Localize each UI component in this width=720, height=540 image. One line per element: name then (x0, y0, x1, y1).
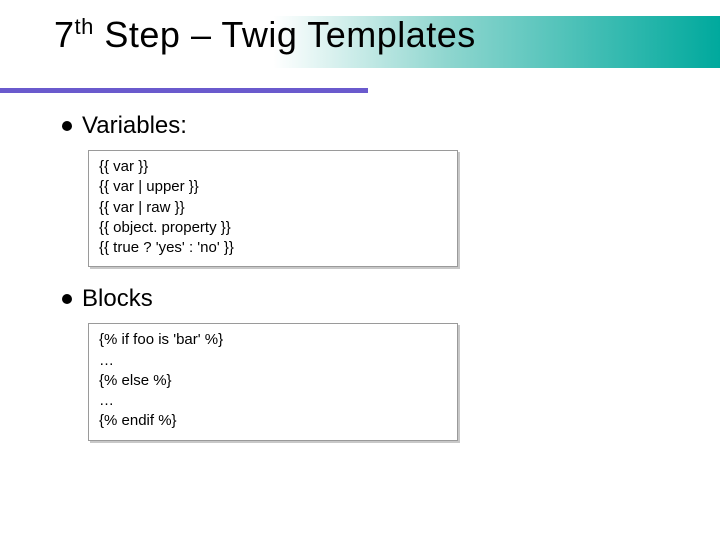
code-line: {{ var }} (99, 157, 447, 177)
code-box-blocks: {% if foo is 'bar' %} … {% else %} … {% … (88, 323, 458, 440)
code-line: … (99, 391, 447, 411)
slide: 7th Step – Twig Templates Variables: {{ … (0, 0, 720, 540)
code-line: {{ var | raw }} (99, 198, 447, 218)
code-line: {% if foo is 'bar' %} (99, 330, 447, 350)
bullet-item: Blocks (62, 285, 662, 313)
content-area: Variables: {{ var }} {{ var | upper }} {… (62, 112, 662, 441)
bullet-heading: Blocks (82, 285, 153, 313)
bullet-heading: Variables: (82, 112, 187, 140)
title-prefix: 7 (54, 14, 75, 55)
code-line: {{ object. property }} (99, 218, 447, 238)
title-rest: Step – Twig Templates (94, 14, 476, 55)
bullet-icon (62, 121, 72, 131)
code-line: {{ true ? 'yes' : 'no' }} (99, 238, 447, 258)
bullet-icon (62, 294, 72, 304)
code-box-variables: {{ var }} {{ var | upper }} {{ var | raw… (88, 150, 458, 267)
accent-bar (0, 88, 368, 93)
code-line: {% else %} (99, 371, 447, 391)
slide-title: 7th Step – Twig Templates (54, 14, 476, 56)
code-line: {% endif %} (99, 411, 447, 431)
code-line: … (99, 351, 447, 371)
bullet-item: Variables: (62, 112, 662, 140)
code-line: {{ var | upper }} (99, 177, 447, 197)
title-superscript: th (75, 14, 94, 39)
